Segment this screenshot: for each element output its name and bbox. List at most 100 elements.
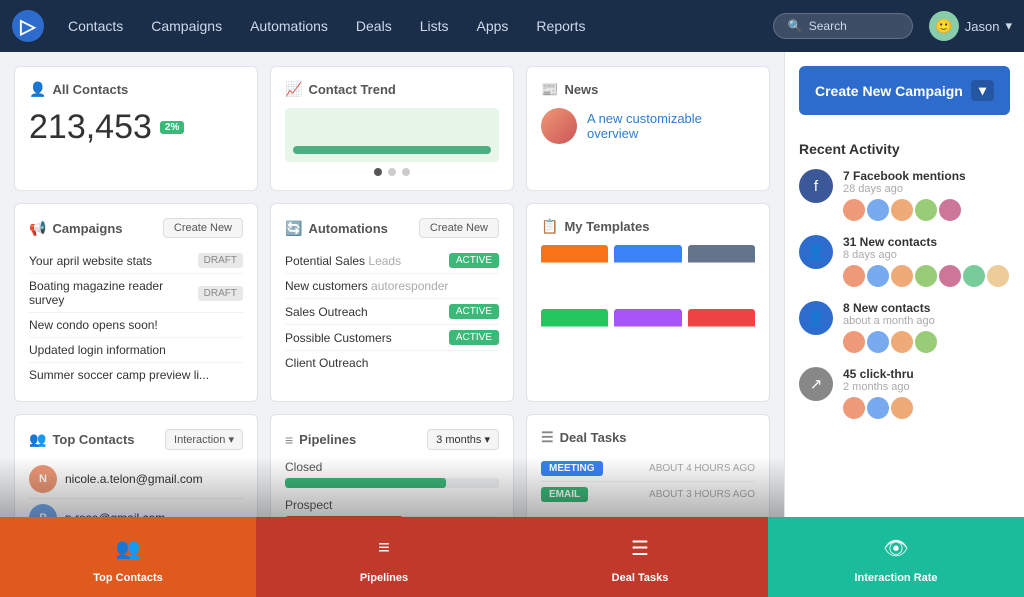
list-item: Boating magazine reader survey DRAFT: [29, 274, 243, 313]
avatar: [939, 199, 961, 221]
avatar: [891, 199, 913, 221]
nav-campaigns[interactable]: Campaigns: [139, 10, 234, 42]
bottom-interaction-label: Interaction Rate: [854, 572, 937, 584]
interaction-filter[interactable]: Interaction ▾: [165, 429, 243, 450]
list-item: Summer soccer camp preview li...: [29, 363, 243, 387]
pipeline-label: Prospect: [285, 498, 499, 512]
template-thumb[interactable]: [541, 245, 608, 303]
avatar: [843, 265, 865, 287]
bottom-deal-tasks[interactable]: ☰ Deal Tasks: [512, 517, 768, 597]
activity-text: 31 New contacts 8 days ago: [843, 235, 1010, 287]
bottom-contacts-icon: 👥: [110, 530, 146, 566]
trend-dot-2[interactable]: [388, 168, 396, 176]
automations-icon: 🔄: [285, 220, 302, 237]
template-thumb[interactable]: [614, 245, 681, 303]
template-thumb[interactable]: [688, 245, 755, 303]
list-item: EMAIL ABOUT 3 HOURS AGO: [541, 482, 755, 507]
automations-create-button[interactable]: Create New: [419, 218, 499, 238]
bottom-top-contacts[interactable]: 👥 Top Contacts: [0, 517, 256, 597]
campaigns-card: 📢 Campaigns Create New Your april websit…: [14, 203, 258, 402]
active-badge: ACTIVE: [449, 253, 499, 268]
activity-title: 31 New contacts: [843, 235, 1010, 249]
avatar: [963, 265, 985, 287]
avatar: [891, 397, 913, 419]
deal-tasks-icon: ☰: [541, 429, 554, 446]
activity-time: 8 days ago: [843, 249, 1010, 261]
bottom-interaction-rate[interactable]: 👁 Interaction Rate: [768, 517, 1024, 597]
auto-name: Possible Customers: [285, 331, 392, 345]
news-link[interactable]: A new customizable overview: [587, 111, 755, 141]
active-badge: ACTIVE: [449, 330, 499, 345]
avatar: [843, 397, 865, 419]
template-thumb[interactable]: [614, 309, 681, 367]
pipeline-bar-bg: [285, 478, 499, 488]
activity-avatars: [843, 397, 1010, 419]
avatar: [867, 397, 889, 419]
bottom-pipelines[interactable]: ≡ Pipelines: [256, 517, 512, 597]
bottom-pipelines-icon: ≡: [366, 530, 402, 566]
activity-title: 45 click-thru: [843, 367, 1010, 381]
avatar: [843, 331, 865, 353]
template-thumb[interactable]: [688, 309, 755, 367]
news-item: A new customizable overview: [541, 108, 755, 144]
contacts-icon: 👤: [29, 81, 46, 98]
all-contacts-title: All Contacts: [52, 82, 128, 97]
list-item: Possible Customers ACTIVE: [285, 325, 499, 351]
avatar: [891, 265, 913, 287]
template-thumb[interactable]: [541, 309, 608, 367]
avatar: [939, 265, 961, 287]
logo[interactable]: ▷: [12, 10, 44, 42]
nav-automations[interactable]: Automations: [238, 10, 340, 42]
contact-avatar: N: [29, 465, 57, 493]
automations-title: Automations: [308, 221, 387, 236]
active-badge: ACTIVE: [449, 304, 499, 319]
templates-icon: 📋: [541, 218, 558, 235]
user-name: Jason: [965, 19, 1000, 34]
campaign-name: New condo opens soon!: [29, 318, 158, 332]
templates-card: 📋 My Templates: [526, 203, 770, 402]
top-contacts-icon: 👥: [29, 431, 46, 448]
bottom-interaction-icon: 👁: [878, 530, 914, 566]
contact-email: nicole.a.telon@gmail.com: [65, 472, 203, 486]
avatar: [867, 331, 889, 353]
news-avatar: [541, 108, 577, 144]
news-title: News: [564, 82, 598, 97]
activity-text: 45 click-thru 2 months ago: [843, 367, 1010, 419]
draft-badge: DRAFT: [198, 286, 243, 301]
avatar: [915, 331, 937, 353]
tag-email: EMAIL: [541, 487, 588, 502]
create-campaign-button[interactable]: Create New Campaign ▾: [799, 66, 1010, 115]
top-contacts-title: Top Contacts: [52, 432, 134, 447]
templates-title: My Templates: [564, 219, 649, 234]
user-menu[interactable]: 🙂 Jason ▾: [929, 11, 1012, 41]
nav-apps[interactable]: Apps: [465, 10, 521, 42]
list-item: Potential Sales Leads ACTIVE: [285, 248, 499, 274]
bottom-pipelines-label: Pipelines: [360, 572, 408, 584]
list-item: New customers autoresponder: [285, 274, 499, 299]
search-bar[interactable]: 🔍 Search: [773, 13, 913, 39]
nav-deals[interactable]: Deals: [344, 10, 404, 42]
activity-text: 8 New contacts about a month ago: [843, 301, 1010, 353]
activity-time: 28 days ago: [843, 183, 1010, 195]
trend-icon: 📈: [285, 81, 302, 98]
main-layout: 👤 All Contacts 213,453 2% 📈 Contact Tren…: [0, 52, 1024, 597]
time-filter[interactable]: 3 months ▾: [427, 429, 499, 450]
trend-dot-1[interactable]: [374, 168, 382, 176]
activity-title: 8 New contacts: [843, 301, 1010, 315]
trend-dot-3[interactable]: [402, 168, 410, 176]
avatar: [915, 265, 937, 287]
avatar: [987, 265, 1009, 287]
pipelines-header: ≡ Pipelines 3 months ▾: [285, 429, 499, 450]
news-icon: 📰: [541, 81, 558, 98]
new-contacts-2-icon: 👤: [799, 301, 833, 335]
nav-contacts[interactable]: Contacts: [56, 10, 135, 42]
nav-reports[interactable]: Reports: [524, 10, 597, 42]
campaigns-create-button[interactable]: Create New: [163, 218, 243, 238]
nav-lists[interactable]: Lists: [408, 10, 461, 42]
list-item: New condo opens soon!: [29, 313, 243, 338]
all-contacts-card: 👤 All Contacts 213,453 2%: [14, 66, 258, 191]
contact-trend-title: Contact Trend: [308, 82, 395, 97]
pipeline-label: Closed: [285, 460, 499, 474]
auto-name: New customers autoresponder: [285, 279, 448, 293]
trend-pagination: [285, 168, 499, 176]
